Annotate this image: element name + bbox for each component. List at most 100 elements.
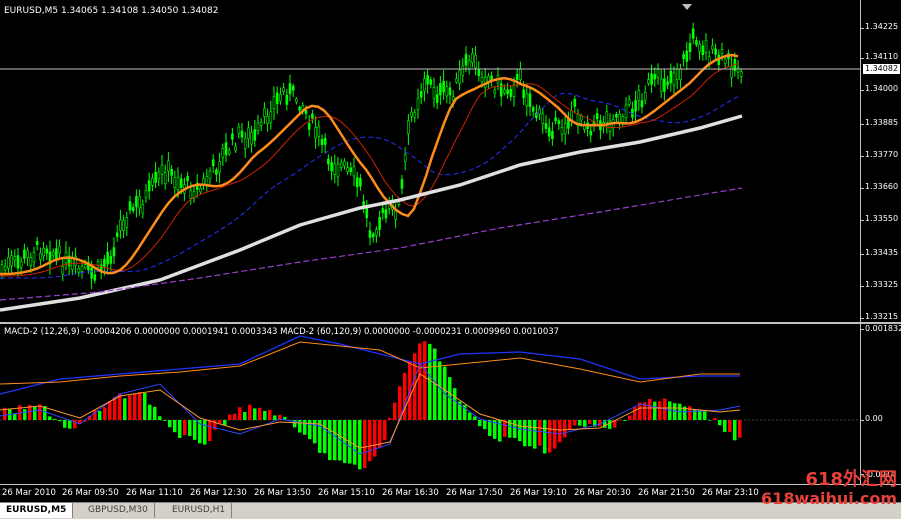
candle-body xyxy=(333,163,337,175)
candle-body xyxy=(432,87,436,99)
macd-histogram-bar xyxy=(353,420,357,465)
candle-body xyxy=(736,67,740,73)
macd-histogram-bar xyxy=(653,401,657,420)
chart-shift-marker-icon[interactable] xyxy=(682,4,692,10)
candle-body xyxy=(653,74,657,80)
macd-histogram-bar xyxy=(368,420,372,462)
macd-histogram-bar xyxy=(33,407,37,420)
candle-body xyxy=(247,127,250,140)
candle-body xyxy=(272,96,276,109)
candle-body xyxy=(176,176,180,191)
candle-body xyxy=(458,70,461,84)
macd-histogram-bar xyxy=(393,402,397,420)
candle-body xyxy=(90,267,93,279)
macd-histogram-bar xyxy=(423,341,427,420)
candle-body xyxy=(141,204,145,214)
candle-body xyxy=(714,48,717,55)
macd-histogram-bar xyxy=(248,404,252,420)
macd-indicator-pane[interactable]: MACD-2 (12,26,9) -0.0004206 0.0000000 0.… xyxy=(0,324,860,484)
macd-histogram-bar xyxy=(418,343,422,420)
macd-histogram-bar xyxy=(58,420,62,422)
candle-body xyxy=(691,28,695,39)
candle-body xyxy=(186,175,189,181)
price-tick-label: 1.33660 xyxy=(865,182,899,191)
candle-body xyxy=(615,114,618,118)
price-tickmark xyxy=(861,58,864,59)
candle-body xyxy=(3,265,7,271)
candle-body xyxy=(234,146,237,151)
price-chart-pane[interactable]: EURUSD,M5 1.34065 1.34108 1.34050 1.3408… xyxy=(0,0,860,322)
candle-body xyxy=(682,54,685,59)
macd-histogram-bar xyxy=(628,415,632,420)
macd-histogram-bar xyxy=(373,420,377,457)
candle-body xyxy=(19,261,23,268)
time-label: 26 Mar 23:10 xyxy=(702,488,759,498)
candle-body xyxy=(503,89,506,94)
macd-histogram-bar xyxy=(573,420,577,426)
candle-body xyxy=(26,250,29,258)
macd-histogram-bar xyxy=(738,420,742,438)
candle-body xyxy=(375,229,378,236)
candle-body xyxy=(355,177,359,188)
macd-histogram-bar xyxy=(623,420,627,421)
macd-histogram-bar xyxy=(488,420,492,436)
candle-body xyxy=(263,108,266,118)
tab-eurusd-m5[interactable]: EURUSD,M5 xyxy=(0,503,74,518)
candle-body xyxy=(320,138,324,146)
candle-body xyxy=(627,99,631,105)
candle-body xyxy=(147,180,151,192)
macd-histogram-bar xyxy=(713,418,717,420)
candle-body xyxy=(467,60,471,70)
candle-body xyxy=(96,261,100,266)
time-axis[interactable]: 26 Mar 2010 26 Mar 09:50 26 Mar 11:10 26… xyxy=(0,484,901,503)
macd-histogram-bar xyxy=(618,420,622,421)
macd-histogram-bar xyxy=(263,410,267,420)
candle-body xyxy=(128,201,132,211)
candle-body xyxy=(16,255,20,269)
macd-histogram-bar xyxy=(428,343,432,420)
candle-body xyxy=(314,127,317,139)
macd-histogram-bar xyxy=(258,407,262,420)
indicator-axis[interactable]: 0.001832 0.00 -0.0014 xyxy=(860,324,901,484)
candle-body xyxy=(429,79,433,85)
candle-body xyxy=(253,129,257,141)
macd-histogram-bar xyxy=(238,407,242,420)
candle-body xyxy=(522,89,525,98)
candle-body xyxy=(77,268,81,273)
candle-body xyxy=(109,255,113,264)
candle-body xyxy=(477,69,481,77)
macd-histogram-bar xyxy=(733,420,737,441)
candle-body xyxy=(471,53,474,63)
macd-histogram-bar xyxy=(358,420,362,470)
candle-body xyxy=(224,142,228,156)
candle-body xyxy=(279,94,282,102)
candle-body xyxy=(560,127,564,135)
price-axis[interactable]: 1.34225 1.34110 1.34000 1.33885 1.33770 1.336… xyxy=(860,0,901,322)
macd-histogram-bar xyxy=(133,393,137,420)
candle-body xyxy=(259,121,263,126)
candle-body xyxy=(339,162,343,168)
candle-body xyxy=(410,111,413,117)
candle-body xyxy=(282,87,285,92)
candle-body xyxy=(656,69,660,78)
macd-histogram-bar xyxy=(633,407,637,420)
candle-body xyxy=(704,40,708,53)
macd-histogram-bar xyxy=(388,417,392,420)
candle-body xyxy=(243,138,247,149)
tab-gbpusd-m30[interactable]: GBPUSD,M30 xyxy=(82,503,155,518)
macd-histogram-bar xyxy=(178,420,182,438)
price-tickmark xyxy=(861,220,864,221)
chart-window: EURUSD,M5 1.34065 1.34108 1.34050 1.3408… xyxy=(0,0,901,519)
tab-eurusd-h1[interactable]: EURUSD,H1 xyxy=(166,503,233,518)
candle-body xyxy=(400,179,404,189)
macd-histogram-bar xyxy=(528,420,532,447)
time-label: 26 Mar 2010 xyxy=(2,488,56,498)
candle-body xyxy=(199,188,202,193)
candle-body xyxy=(506,89,509,95)
candle-body xyxy=(23,249,26,259)
candle-body xyxy=(547,127,551,137)
candle-body xyxy=(7,257,10,269)
macd-histogram-bar xyxy=(478,420,482,427)
candle-body xyxy=(285,94,289,105)
indicator-tick-min: -0.0014 xyxy=(865,470,896,479)
